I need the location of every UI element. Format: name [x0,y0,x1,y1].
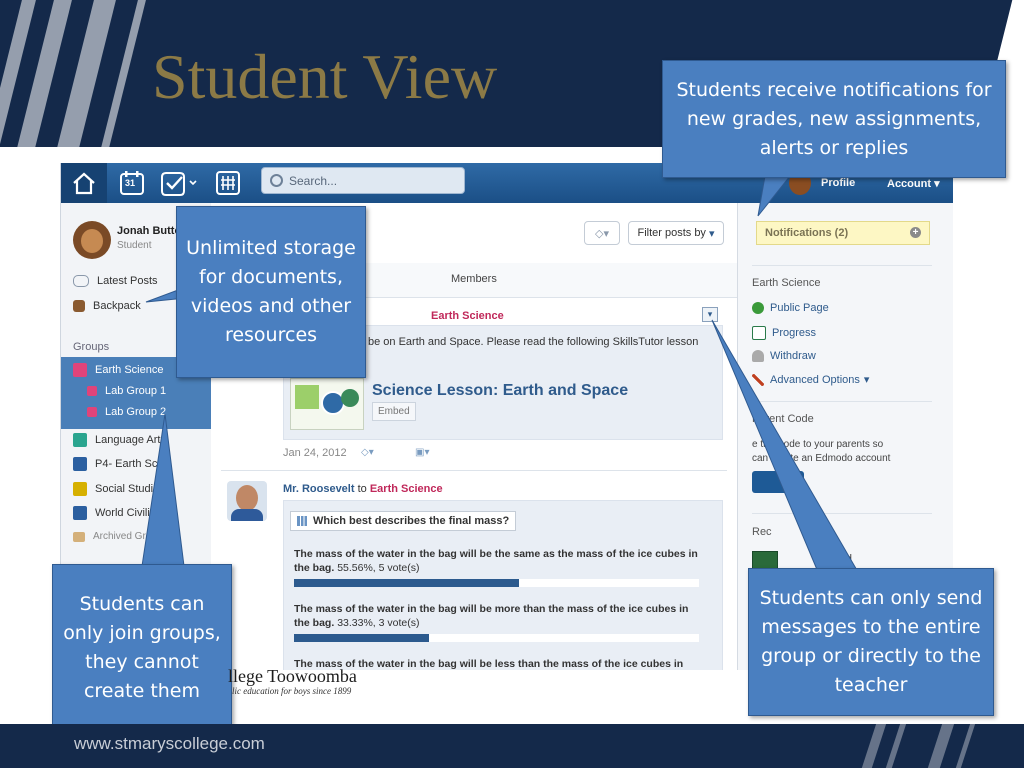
footer-url[interactable]: www.stmaryscollege.com [74,734,265,754]
school-name: llege Toowoomba [228,666,357,686]
decorative-stripe [880,724,910,768]
decorative-stripe [950,724,979,768]
notifications-callout: Students receive notifications for new g… [662,60,1006,178]
callout-text: Students can only send messages to the e… [759,587,983,696]
storage-callout: Unlimited storage for documents, videos … [176,206,366,378]
callout-text: Students receive notifications for new g… [676,78,992,159]
callout-text: Students can only join groups, they cann… [63,593,221,702]
decorative-stripe [856,724,890,768]
school-tagline: lic education for boys since 1899 [232,686,352,696]
notifications-callout-arrow [757,175,792,217]
groups-callout-arrow [141,413,185,567]
decorative-stripe [922,724,958,768]
messages-callout-arrow [711,319,859,573]
callout-text: Unlimited storage for documents, videos … [186,237,356,346]
groups-callout: Students can only join groups, they cann… [52,564,232,732]
messages-callout: Students can only send messages to the e… [748,568,994,716]
